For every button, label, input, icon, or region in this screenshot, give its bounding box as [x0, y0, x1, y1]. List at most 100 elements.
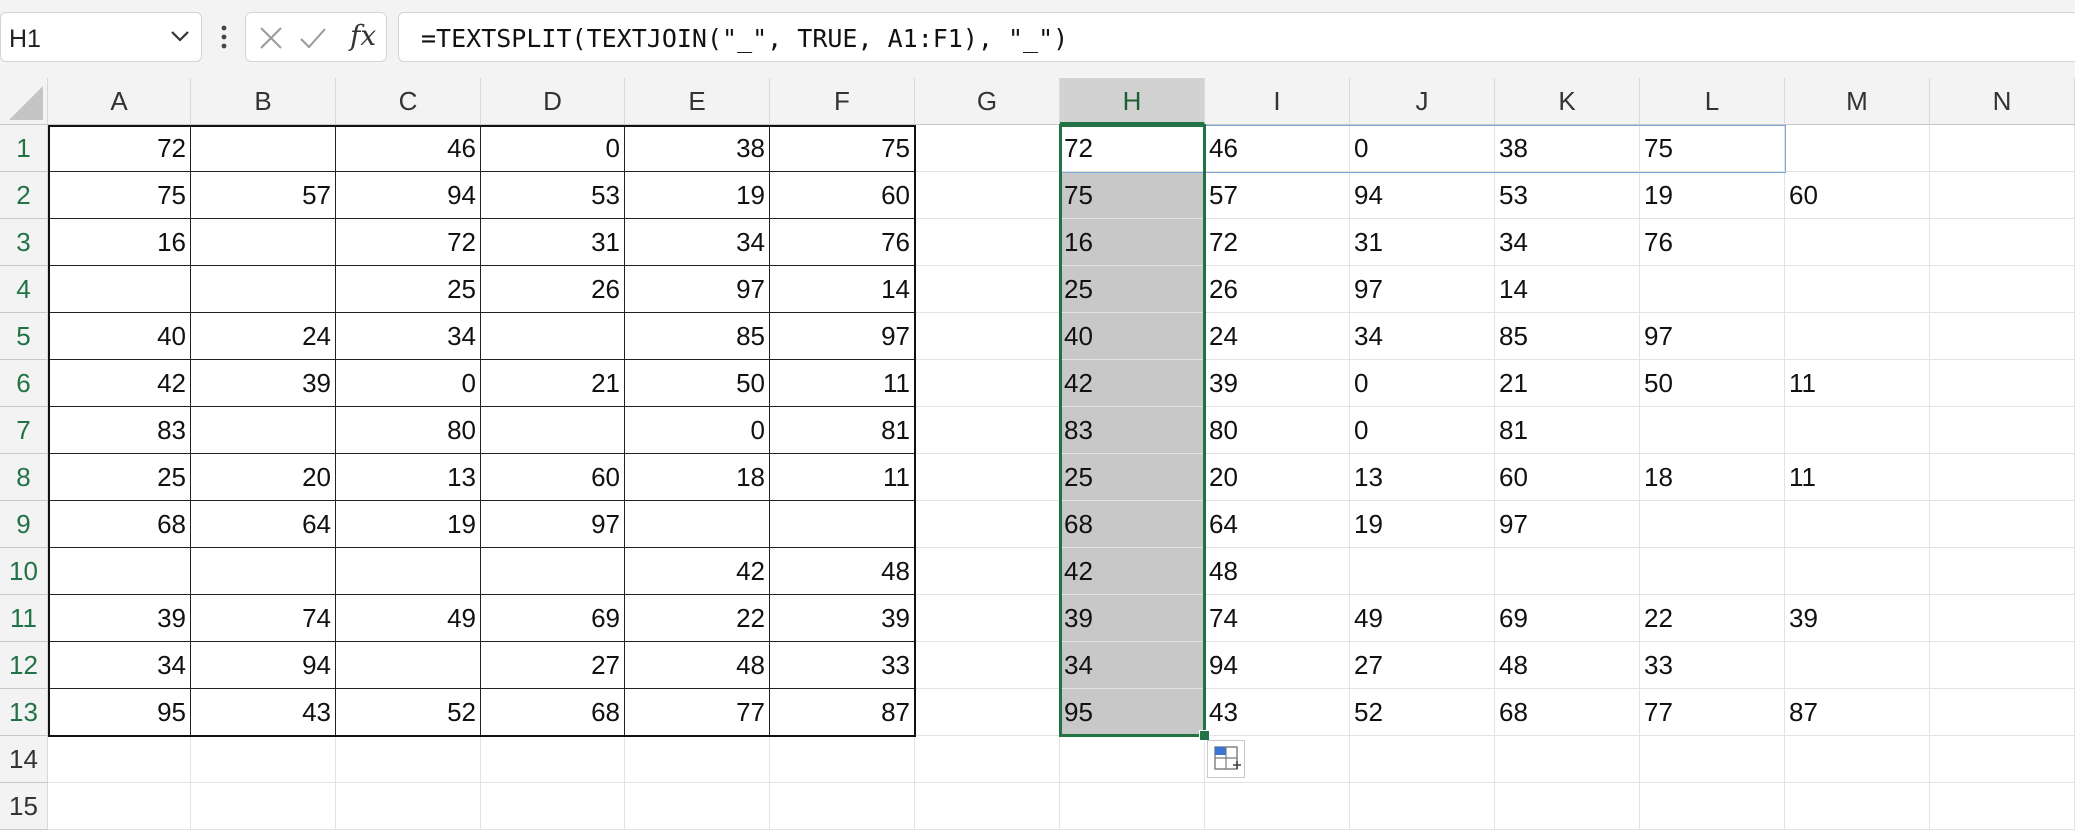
- result-cell-k11[interactable]: 69: [1495, 595, 1640, 642]
- result-cell-l13[interactable]: 77: [1640, 689, 1785, 736]
- result-cell-j6[interactable]: 0: [1350, 360, 1495, 407]
- source-cell-f2[interactable]: 60: [770, 172, 915, 219]
- source-cell-e5[interactable]: 85: [625, 313, 770, 360]
- result-cell-l9[interactable]: [1640, 501, 1785, 548]
- result-cell-m9[interactable]: [1785, 501, 1930, 548]
- source-cell-c9[interactable]: 19: [336, 501, 481, 548]
- cell-n7[interactable]: [1930, 407, 2075, 454]
- source-cell-f10[interactable]: 48: [770, 548, 915, 595]
- cell-n3[interactable]: [1930, 219, 2075, 266]
- cell-n13[interactable]: [1930, 689, 2075, 736]
- result-cell-m2[interactable]: 60: [1785, 172, 1930, 219]
- result-cell-l2[interactable]: 19: [1640, 172, 1785, 219]
- cell-n9[interactable]: [1930, 501, 2075, 548]
- source-cell-a1[interactable]: 72: [48, 125, 191, 172]
- source-cell-b12[interactable]: 94: [191, 642, 336, 689]
- cell-h15[interactable]: [1060, 783, 1205, 830]
- cell-g13[interactable]: [915, 689, 1060, 736]
- result-cell-j3[interactable]: 31: [1350, 219, 1495, 266]
- source-cell-d11[interactable]: 69: [481, 595, 625, 642]
- source-cell-a12[interactable]: 34: [48, 642, 191, 689]
- column-header-h[interactable]: H: [1060, 78, 1205, 125]
- result-cell-h12[interactable]: 34: [1060, 642, 1205, 689]
- cell-n1[interactable]: [1930, 125, 2075, 172]
- source-cell-a4[interactable]: [48, 266, 191, 313]
- source-cell-b3[interactable]: [191, 219, 336, 266]
- source-cell-c13[interactable]: 52: [336, 689, 481, 736]
- result-cell-l5[interactable]: 97: [1640, 313, 1785, 360]
- cell-b14[interactable]: [191, 736, 336, 783]
- row-header-13[interactable]: 13: [0, 689, 48, 736]
- result-cell-k2[interactable]: 53: [1495, 172, 1640, 219]
- source-cell-b8[interactable]: 20: [191, 454, 336, 501]
- result-cell-h4[interactable]: 25: [1060, 266, 1205, 313]
- column-header-c[interactable]: C: [336, 78, 481, 125]
- column-header-n[interactable]: N: [1930, 78, 2075, 125]
- result-cell-k13[interactable]: 68: [1495, 689, 1640, 736]
- cell-k15[interactable]: [1495, 783, 1640, 830]
- result-cell-k10[interactable]: [1495, 548, 1640, 595]
- row-header-8[interactable]: 8: [0, 454, 48, 501]
- column-header-g[interactable]: G: [915, 78, 1060, 125]
- source-cell-c2[interactable]: 94: [336, 172, 481, 219]
- source-cell-f8[interactable]: 11: [770, 454, 915, 501]
- cell-m14[interactable]: [1785, 736, 1930, 783]
- row-header-4[interactable]: 4: [0, 266, 48, 313]
- row-header-2[interactable]: 2: [0, 172, 48, 219]
- cell-d15[interactable]: [481, 783, 625, 830]
- result-cell-m13[interactable]: 87: [1785, 689, 1930, 736]
- source-cell-a10[interactable]: [48, 548, 191, 595]
- cell-g1[interactable]: [915, 125, 1060, 172]
- source-cell-e6[interactable]: 50: [625, 360, 770, 407]
- result-cell-m12[interactable]: [1785, 642, 1930, 689]
- cell-c15[interactable]: [336, 783, 481, 830]
- source-cell-f6[interactable]: 11: [770, 360, 915, 407]
- source-cell-a9[interactable]: 68: [48, 501, 191, 548]
- source-cell-a7[interactable]: 83: [48, 407, 191, 454]
- source-cell-f7[interactable]: 81: [770, 407, 915, 454]
- source-cell-f13[interactable]: 87: [770, 689, 915, 736]
- cell-l15[interactable]: [1640, 783, 1785, 830]
- result-cell-m1[interactable]: [1785, 125, 1930, 172]
- x-icon[interactable]: [256, 23, 286, 53]
- cell-d14[interactable]: [481, 736, 625, 783]
- source-cell-c7[interactable]: 80: [336, 407, 481, 454]
- result-cell-j1[interactable]: 0: [1350, 125, 1495, 172]
- cell-e14[interactable]: [625, 736, 770, 783]
- column-header-d[interactable]: D: [481, 78, 625, 125]
- source-cell-f4[interactable]: 14: [770, 266, 915, 313]
- result-cell-i4[interactable]: 26: [1205, 266, 1350, 313]
- result-cell-h7[interactable]: 83: [1060, 407, 1205, 454]
- cell-g2[interactable]: [915, 172, 1060, 219]
- source-cell-e12[interactable]: 48: [625, 642, 770, 689]
- row-header-1[interactable]: 1: [0, 125, 48, 172]
- source-cell-f3[interactable]: 76: [770, 219, 915, 266]
- source-cell-d9[interactable]: 97: [481, 501, 625, 548]
- cell-n14[interactable]: [1930, 736, 2075, 783]
- result-cell-i7[interactable]: 80: [1205, 407, 1350, 454]
- row-header-10[interactable]: 10: [0, 548, 48, 595]
- cell-n11[interactable]: [1930, 595, 2075, 642]
- result-cell-m5[interactable]: [1785, 313, 1930, 360]
- result-cell-h6[interactable]: 42: [1060, 360, 1205, 407]
- column-header-k[interactable]: K: [1495, 78, 1640, 125]
- source-cell-c10[interactable]: [336, 548, 481, 595]
- result-cell-l3[interactable]: 76: [1640, 219, 1785, 266]
- cell-n4[interactable]: [1930, 266, 2075, 313]
- select-all-button[interactable]: [0, 78, 48, 125]
- row-header-15[interactable]: 15: [0, 783, 48, 830]
- source-cell-d6[interactable]: 21: [481, 360, 625, 407]
- result-cell-j7[interactable]: 0: [1350, 407, 1495, 454]
- result-cell-h11[interactable]: 39: [1060, 595, 1205, 642]
- cell-g7[interactable]: [915, 407, 1060, 454]
- result-cell-i9[interactable]: 64: [1205, 501, 1350, 548]
- chevron-down-icon[interactable]: [167, 23, 193, 49]
- cell-j14[interactable]: [1350, 736, 1495, 783]
- result-cell-l7[interactable]: [1640, 407, 1785, 454]
- result-cell-h5[interactable]: 40: [1060, 313, 1205, 360]
- source-cell-d1[interactable]: 0: [481, 125, 625, 172]
- source-cell-c4[interactable]: 25: [336, 266, 481, 313]
- source-cell-f12[interactable]: 33: [770, 642, 915, 689]
- check-icon[interactable]: [298, 23, 328, 53]
- source-cell-d13[interactable]: 68: [481, 689, 625, 736]
